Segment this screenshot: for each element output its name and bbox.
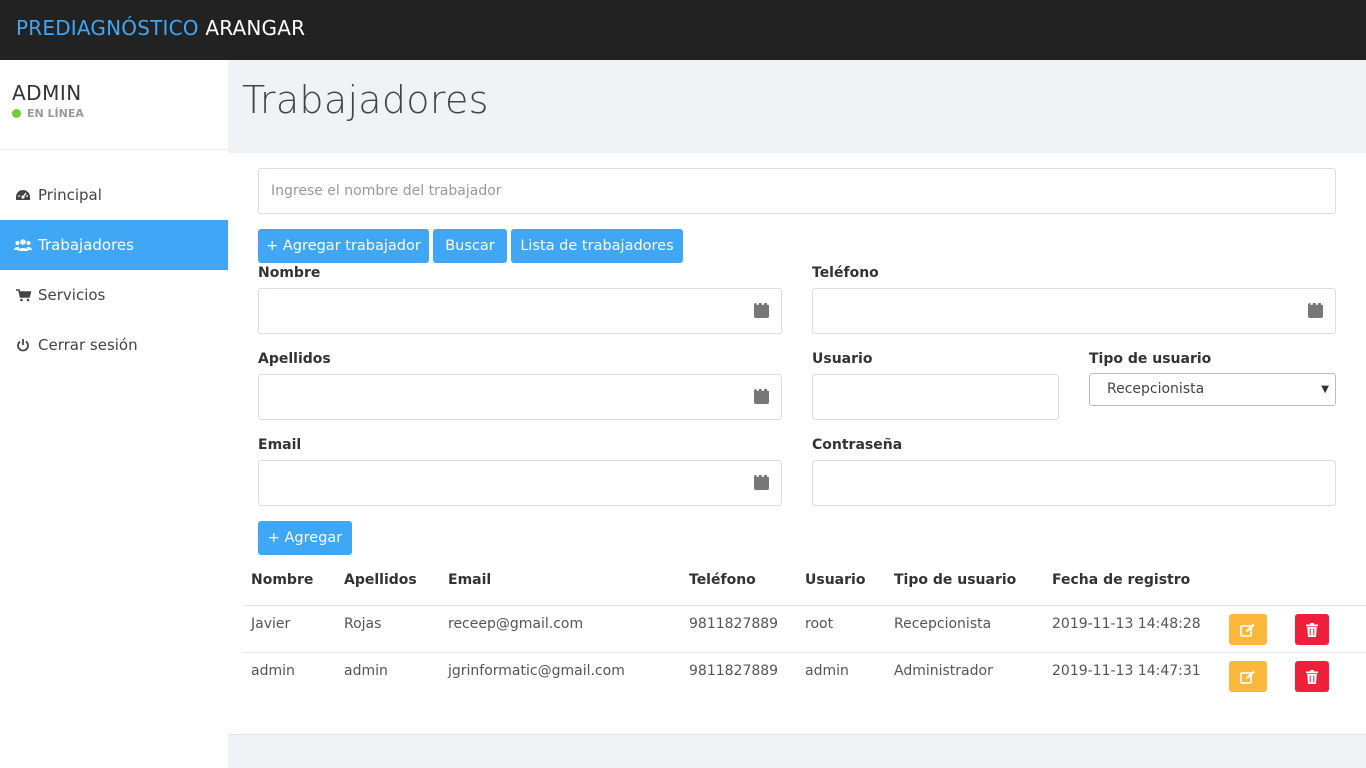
- apellidos-field[interactable]: [258, 374, 782, 420]
- delete-button[interactable]: [1295, 661, 1329, 692]
- sidebar-item-servicios[interactable]: Servicios: [0, 270, 228, 320]
- nombre-label: Nombre: [258, 265, 321, 281]
- contrasena-label: Contraseña: [812, 437, 903, 453]
- edit-icon: [1240, 670, 1255, 684]
- email-label: Email: [258, 437, 302, 453]
- power-icon: [14, 336, 32, 354]
- footer: [228, 734, 1366, 768]
- add-worker-button[interactable]: + Agregar trabajador: [258, 229, 429, 263]
- page-header: Trabajadores: [228, 60, 1366, 153]
- cell-usuario: root: [805, 616, 834, 632]
- workers-panel: + Agregar trabajador Buscar Lista de tra…: [228, 153, 1366, 734]
- usuario-label: Usuario: [812, 351, 873, 367]
- cell-tipo-usuario: Administrador: [894, 663, 993, 679]
- edit-button[interactable]: [1229, 661, 1267, 692]
- column-header: Email: [448, 572, 492, 588]
- autofill-icon[interactable]: [754, 300, 771, 318]
- edit-icon: [1240, 623, 1255, 637]
- user-status-label: EN LÍNEA: [27, 107, 84, 120]
- online-dot-icon: [12, 109, 21, 118]
- autofill-icon[interactable]: [1308, 300, 1325, 318]
- user-name: ADMIN: [12, 81, 82, 105]
- sidebar-item-cerrar-sesion[interactable]: Cerrar sesión: [0, 320, 228, 370]
- telefono-label: Teléfono: [812, 265, 879, 281]
- workers-list-button[interactable]: Lista de trabajadores: [511, 229, 683, 263]
- search-button[interactable]: Buscar: [433, 229, 507, 263]
- top-bar: PREDIAGNÓSTICO ARANGAR: [0, 0, 1366, 60]
- autofill-icon[interactable]: [754, 472, 771, 490]
- cell-email: jgrinformatic@gmail.com: [448, 663, 625, 679]
- dropdown-arrow-icon: ▼: [1321, 384, 1329, 395]
- user-status: EN LÍNEA: [12, 107, 228, 120]
- page-title: Trabajadores: [242, 78, 489, 122]
- dashboard-icon: [14, 186, 32, 204]
- cell-nombre: admin: [251, 663, 295, 679]
- cell-tipo-usuario: Recepcionista: [894, 616, 992, 632]
- email-field[interactable]: [258, 460, 782, 506]
- column-header: Fecha de registro: [1052, 572, 1191, 588]
- sidebar-item-principal[interactable]: Principal: [0, 170, 228, 220]
- tipo-usuario-value: Recepcionista: [1107, 381, 1205, 397]
- worker-search-input[interactable]: [258, 168, 1336, 214]
- delete-button[interactable]: [1295, 614, 1329, 645]
- table-row: admin admin jgrinformatic@gmail.com 9811…: [243, 652, 1366, 699]
- nombre-field[interactable]: [258, 288, 782, 334]
- edit-button[interactable]: [1229, 614, 1267, 645]
- apellidos-label: Apellidos: [258, 351, 331, 367]
- autofill-icon[interactable]: [754, 386, 771, 404]
- brand-title[interactable]: PREDIAGNÓSTICO ARANGAR: [16, 15, 305, 41]
- users-icon: [14, 236, 32, 254]
- tipo-usuario-select[interactable]: Recepcionista ▼: [1089, 373, 1336, 406]
- sidebar-item-label: Servicios: [38, 286, 106, 304]
- cell-telefono: 9811827889: [689, 616, 779, 632]
- cell-apellidos: admin: [344, 663, 388, 679]
- usuario-field[interactable]: [812, 374, 1059, 420]
- brand-part-1: PREDIAGNÓSTICO: [16, 16, 199, 40]
- cell-fecha-registro: 2019-11-13 14:48:28: [1052, 616, 1201, 632]
- sidebar-item-label: Cerrar sesión: [38, 336, 138, 354]
- trash-icon: [1306, 669, 1318, 684]
- add-button[interactable]: + Agregar: [258, 521, 352, 555]
- trash-icon: [1306, 622, 1318, 637]
- cell-telefono: 9811827889: [689, 663, 779, 679]
- sidebar-nav: Principal Trabajadores Servicios Cerrar …: [0, 170, 228, 370]
- user-panel: ADMIN EN LÍNEA: [0, 60, 228, 150]
- column-header: Tipo de usuario: [894, 572, 1017, 588]
- table-row: Javier Rojas receep@gmail.com 9811827889…: [243, 605, 1366, 652]
- contrasena-field[interactable]: [812, 460, 1336, 506]
- cell-email: receep@gmail.com: [448, 616, 584, 632]
- brand-part-2: ARANGAR: [205, 16, 306, 40]
- sidebar: ADMIN EN LÍNEA Principal Trabajadores Se…: [0, 60, 228, 768]
- main-content: Trabajadores + Agregar trabajador Buscar…: [228, 60, 1366, 768]
- cell-nombre: Javier: [251, 616, 291, 632]
- telefono-field[interactable]: [812, 288, 1336, 334]
- column-header: Nombre: [251, 572, 314, 588]
- sidebar-item-label: Trabajadores: [38, 236, 134, 254]
- sidebar-item-trabajadores[interactable]: Trabajadores: [0, 220, 228, 270]
- cell-usuario: admin: [805, 663, 849, 679]
- column-header: Teléfono: [689, 572, 756, 588]
- cell-apellidos: Rojas: [344, 616, 382, 632]
- cell-fecha-registro: 2019-11-13 14:47:31: [1052, 663, 1201, 679]
- column-header: Usuario: [805, 572, 866, 588]
- cart-icon: [14, 286, 32, 304]
- column-header: Apellidos: [344, 572, 417, 588]
- tipo-usuario-label: Tipo de usuario: [1089, 351, 1212, 367]
- sidebar-item-label: Principal: [38, 186, 102, 204]
